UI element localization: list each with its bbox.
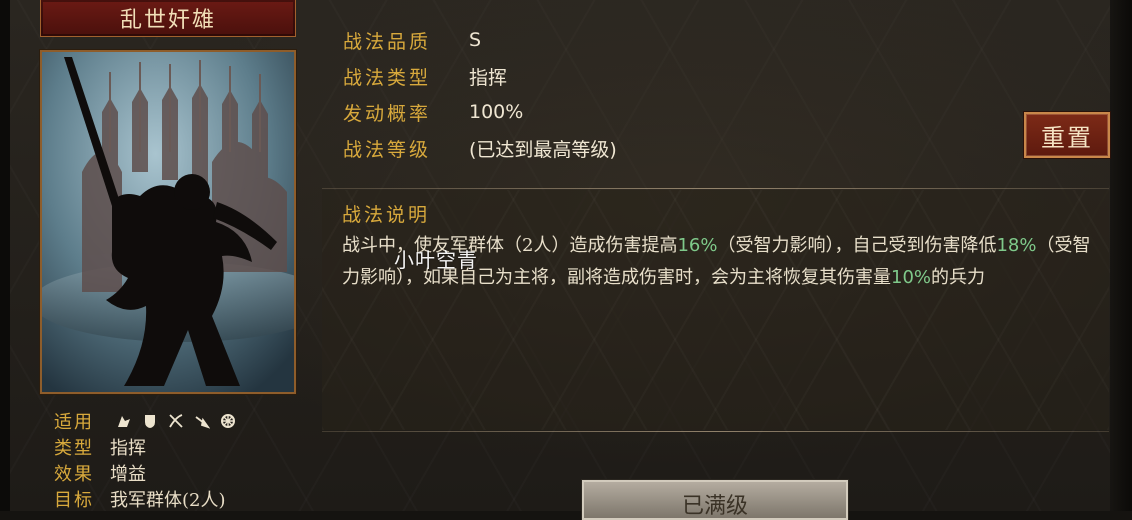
quality-label: 战法品质	[343, 30, 432, 53]
rate-label: 发动概率	[343, 102, 432, 125]
rate-row: 发动概率 100%	[343, 94, 617, 130]
effect-label: 效果	[54, 464, 94, 485]
effect-row: 效果 增益	[54, 460, 314, 486]
troop-type-icons	[116, 413, 236, 429]
skill-name: 乱世奸雄	[119, 8, 216, 33]
level-value: (已达到最高等级)	[469, 138, 617, 161]
description-seg-1: 战斗中，使友军群体（2人）造成伤害提高	[342, 235, 678, 256]
target-value: 我军群体(2人)	[110, 490, 226, 511]
cavalry-icon	[116, 413, 132, 429]
wheel-icon	[220, 413, 236, 429]
heal-ratio-value: 10%	[891, 267, 932, 288]
class-label: 类型	[54, 438, 94, 459]
target-label: 目标	[54, 490, 94, 511]
effect-value: 增益	[110, 464, 146, 485]
damage-reduction-value: 18%	[996, 235, 1037, 256]
reset-button[interactable]: 重置	[1024, 112, 1110, 158]
applicable-row: 适用	[54, 408, 314, 434]
quality-row: 战法品质 S	[343, 22, 617, 58]
description-seg-4: 的兵力	[931, 267, 986, 288]
level-label: 战法等级	[343, 138, 432, 161]
quality-value: S	[469, 29, 482, 51]
skill-name-banner: 乱世奸雄	[40, 0, 296, 37]
class-row: 类型 指挥	[54, 434, 314, 460]
shield-icon	[142, 413, 158, 429]
level-row: 战法等级 (已达到最高等级)	[343, 130, 617, 166]
skill-portrait	[40, 50, 296, 394]
warrior-illustration	[42, 52, 294, 392]
right-edge	[1110, 0, 1132, 511]
bow-icon	[168, 413, 184, 429]
skill-stats: 适用 类型 指挥 效果 增益 目标 我军群体(2人)	[54, 408, 314, 512]
type-label: 战法类型	[343, 66, 432, 89]
damage-boost-value: 16%	[677, 235, 718, 256]
spear-icon	[194, 413, 211, 429]
class-value: 指挥	[110, 438, 146, 459]
divider-bottom	[322, 431, 1109, 432]
description-seg-2: （受智力影响），自己受到伤害降低	[717, 235, 997, 256]
skill-info: 战法品质 S 战法类型 指挥 发动概率 100% 战法等级 (已达到最高等级)	[343, 22, 617, 166]
left-edge	[0, 0, 10, 511]
target-row: 目标 我军群体(2人)	[54, 486, 314, 512]
type-row: 战法类型 指挥	[343, 58, 617, 94]
rate-value: 100%	[469, 101, 524, 123]
max-level-button[interactable]: 已满级	[582, 480, 848, 520]
description-title: 战法说明	[342, 204, 431, 226]
type-value: 指挥	[469, 66, 508, 89]
watermark-text: 小叶空青	[394, 248, 478, 272]
description-panel: 战法说明 战斗中，使友军群体（2人）造成伤害提高16%（受智力影响），自己受到伤…	[322, 190, 1109, 430]
applicable-label: 适用	[54, 412, 94, 433]
divider-top	[322, 188, 1109, 189]
